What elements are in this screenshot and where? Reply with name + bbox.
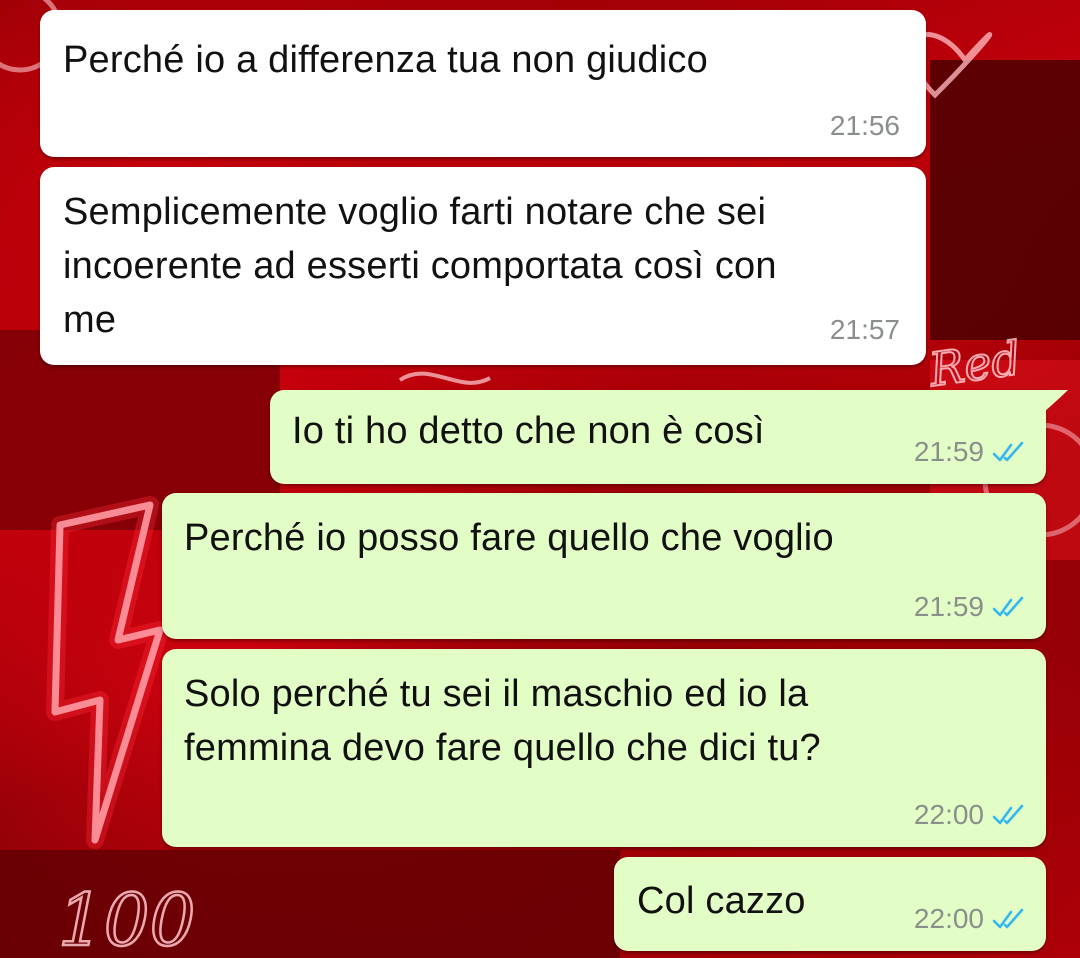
message-text: Perché io a differenza tua non giudico [63,39,708,81]
read-double-check-icon [992,441,1024,462]
message-time: 21:59 [913,436,984,467]
read-double-check-icon [992,804,1024,825]
message-text: Col cazzo [637,880,806,922]
incoming-message[interactable]: Perché io a differenza tua non giudico 2… [40,10,926,157]
message-meta: 21:59 [914,436,1026,468]
read-double-check-icon [992,908,1024,929]
read-double-check-icon [992,596,1024,617]
message-meta: 21:56 [830,110,900,142]
outgoing-message[interactable]: Perché io posso fare quello che voglio 2… [162,493,1046,639]
message-text: Perché io posso fare quello che voglio [184,517,834,559]
message-meta: 21:57 [830,314,900,346]
incoming-message[interactable]: Semplicemente voglio farti notare che se… [40,167,926,365]
bubble-tail [1044,390,1068,412]
message-meta: 22:00 [914,799,1026,831]
message-time: 21:57 [829,314,900,345]
message-text: Io ti ho detto che non è così [292,410,765,452]
message-time: 22:00 [913,903,984,934]
message-time: 22:00 [913,799,984,830]
outgoing-message[interactable]: Io ti ho detto che non è così 21:59 [270,390,1046,484]
message-time: 21:56 [829,110,900,141]
outgoing-message[interactable]: Col cazzo 22:00 [614,857,1046,951]
message-time: 21:59 [913,591,984,622]
message-list[interactable]: Perché io a differenza tua non giudico 2… [0,0,1080,958]
message-text: Semplicemente voglio farti notare che se… [63,191,777,341]
message-meta: 22:00 [914,903,1026,935]
message-meta: 21:59 [914,591,1026,623]
message-text: Solo perché tu sei il maschio ed io la f… [184,673,821,769]
outgoing-message[interactable]: Solo perché tu sei il maschio ed io la f… [162,649,1046,847]
